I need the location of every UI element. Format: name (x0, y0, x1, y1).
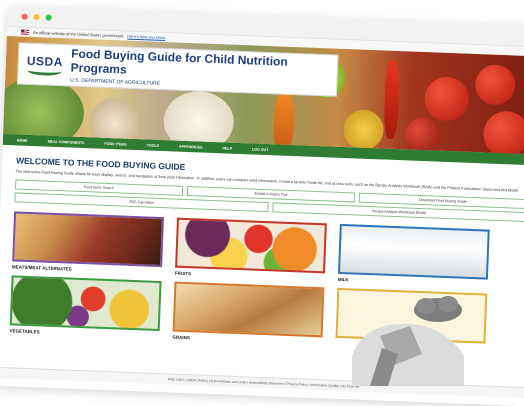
vegetables-image (9, 275, 162, 332)
zoom-window-button[interactable] (45, 14, 52, 21)
chili-graphic (383, 60, 401, 140)
tomato-graphic (474, 64, 517, 106)
close-window-button[interactable] (21, 13, 28, 20)
nav-appendices[interactable]: APPENDICES (179, 144, 203, 149)
nav-home[interactable]: HOME (17, 138, 28, 142)
hero-banner: USDA Food Buying Guide for Child Nutriti… (3, 35, 524, 155)
usda-swoosh-icon (27, 65, 62, 76)
minimize-window-button[interactable] (33, 13, 40, 21)
nav-log-out[interactable]: LOG OUT (252, 147, 269, 152)
nav-tools[interactable]: TOOLS (147, 143, 159, 147)
tile-grains[interactable]: GRAINS (172, 281, 325, 346)
nav-food-items[interactable]: FOOD ITEMS (104, 141, 127, 146)
apple-graphic (404, 117, 440, 153)
mascot-hair-curl (438, 296, 458, 312)
nav-help[interactable]: HELP (222, 146, 232, 150)
header-titles: Food Buying Guide for Child Nutrition Pr… (70, 47, 337, 94)
meats-image (12, 211, 165, 268)
tile-meats[interactable]: MEATS/MEAT ALTERNATES (12, 211, 165, 276)
footer-links[interactable]: FNS | OIG | USDA | FOIA | USDA Policies … (168, 377, 360, 388)
tile-vegetables[interactable]: VEGETABLES (9, 275, 162, 339)
milk-image (337, 224, 490, 280)
nav-meal-components[interactable]: MEAL COMPONENTS (48, 139, 85, 144)
usda-logo[interactable]: USDA (26, 53, 63, 76)
mascot-hair-curl (416, 298, 436, 314)
us-flag-icon (20, 29, 30, 35)
tomato-graphic (423, 76, 470, 122)
gov-banner-link[interactable]: Here's how you know (127, 34, 165, 40)
grains-image (172, 281, 325, 338)
tomato-graphic (482, 110, 524, 155)
tile-fruits[interactable]: FRUITS (175, 217, 327, 282)
corn-graphic (342, 108, 385, 151)
carrot-graphic (272, 91, 295, 153)
fruits-image (175, 217, 327, 274)
tile-milk[interactable]: MILK (338, 224, 490, 288)
